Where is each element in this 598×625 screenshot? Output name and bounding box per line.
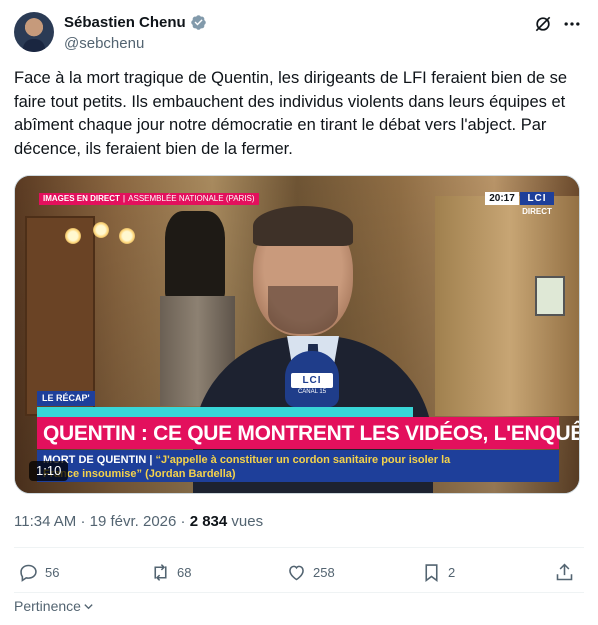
author-name-row: Sébastien Chenu <box>64 14 207 31</box>
video-duration: 1:10 <box>29 461 69 481</box>
live-tag-separator: | <box>122 194 126 203</box>
video-subheadline: MORT DE QUENTIN | “J'appelle à constitue… <box>43 454 463 481</box>
like-count: 258 <box>313 565 335 580</box>
direct-label: DIRECT <box>522 207 552 216</box>
sort-relevance-label: Pertinence <box>14 598 81 614</box>
share-button[interactable] <box>554 562 575 583</box>
channel-logo: LCI <box>520 192 554 205</box>
video-statue <box>165 211 225 301</box>
live-tag-main: IMAGES EN DIRECT <box>43 194 120 203</box>
avatar[interactable] <box>14 12 54 52</box>
like-icon <box>289 565 304 581</box>
video-lamp <box>65 228 81 244</box>
meta-separator: · <box>80 513 86 530</box>
tweet-date[interactable]: 19 févr. 2026 <box>90 513 177 530</box>
microphone-logo: LCI <box>291 373 333 388</box>
author-handle[interactable]: @sebchenu <box>64 35 144 52</box>
live-tag: IMAGES EN DIRECT | ASSEMBLÉE NATIONALE (PA… <box>39 193 259 205</box>
microphone-channel: CANAL 15 <box>297 389 327 395</box>
repost-count: 68 <box>177 565 192 580</box>
tweet-meta: 11:34 AM · 19 févr. 2026 · 2 834 vues <box>14 513 263 530</box>
ticker-accent-bar <box>37 407 413 417</box>
divider <box>14 547 584 548</box>
video-lamp <box>93 222 109 238</box>
grok-icon[interactable] <box>533 14 553 34</box>
bookmark-button[interactable]: 2 <box>421 562 455 583</box>
verified-badge-icon[interactable] <box>190 14 207 31</box>
reply-count: 56 <box>45 565 60 580</box>
live-tag-location: ASSEMBLÉE NATIONALE (PARIS) <box>128 194 255 203</box>
video-board <box>535 276 565 316</box>
tweet-text: Face à la mort tragique de Quentin, les … <box>14 69 572 158</box>
views-count: 2 834 <box>189 513 228 530</box>
speaker-hair <box>253 206 353 246</box>
bookmark-count: 2 <box>448 565 456 580</box>
video-headline: QUENTIN : CE QUE MONTRENT LES VIDÉOS, L'… <box>43 422 579 445</box>
share-icon <box>556 563 573 581</box>
more-icon[interactable] <box>562 14 582 34</box>
action-bar: 56 68 258 2 <box>0 562 598 586</box>
bookmark-icon <box>425 564 438 582</box>
video-door <box>25 216 95 416</box>
like-button[interactable]: 258 <box>286 562 335 583</box>
reply-button[interactable]: 56 <box>18 562 59 583</box>
recap-tag: LE RÉCAP' <box>37 391 95 406</box>
author-display-name[interactable]: Sébastien Chenu <box>64 14 186 31</box>
divider <box>14 592 584 593</box>
views-label: vues <box>231 513 264 530</box>
sort-relevance-button[interactable]: Pertinence <box>14 598 94 614</box>
repost-icon <box>154 564 167 581</box>
video-player[interactable]: LCI CANAL 15 IMAGES EN DIRECT | ASSEMBLÉE … <box>14 175 580 494</box>
meta-separator: · <box>180 513 186 530</box>
reply-icon <box>20 564 37 582</box>
chevron-down-icon <box>84 603 93 609</box>
tweet-time[interactable]: 11:34 AM <box>14 513 76 530</box>
broadcast-clock: 20:17 <box>485 192 519 205</box>
repost-button[interactable]: 68 <box>150 562 191 583</box>
tweet: Sébastien Chenu @sebchenu Face à la mort… <box>0 0 598 625</box>
speaker-beard <box>268 286 338 334</box>
video-lamp <box>119 228 135 244</box>
